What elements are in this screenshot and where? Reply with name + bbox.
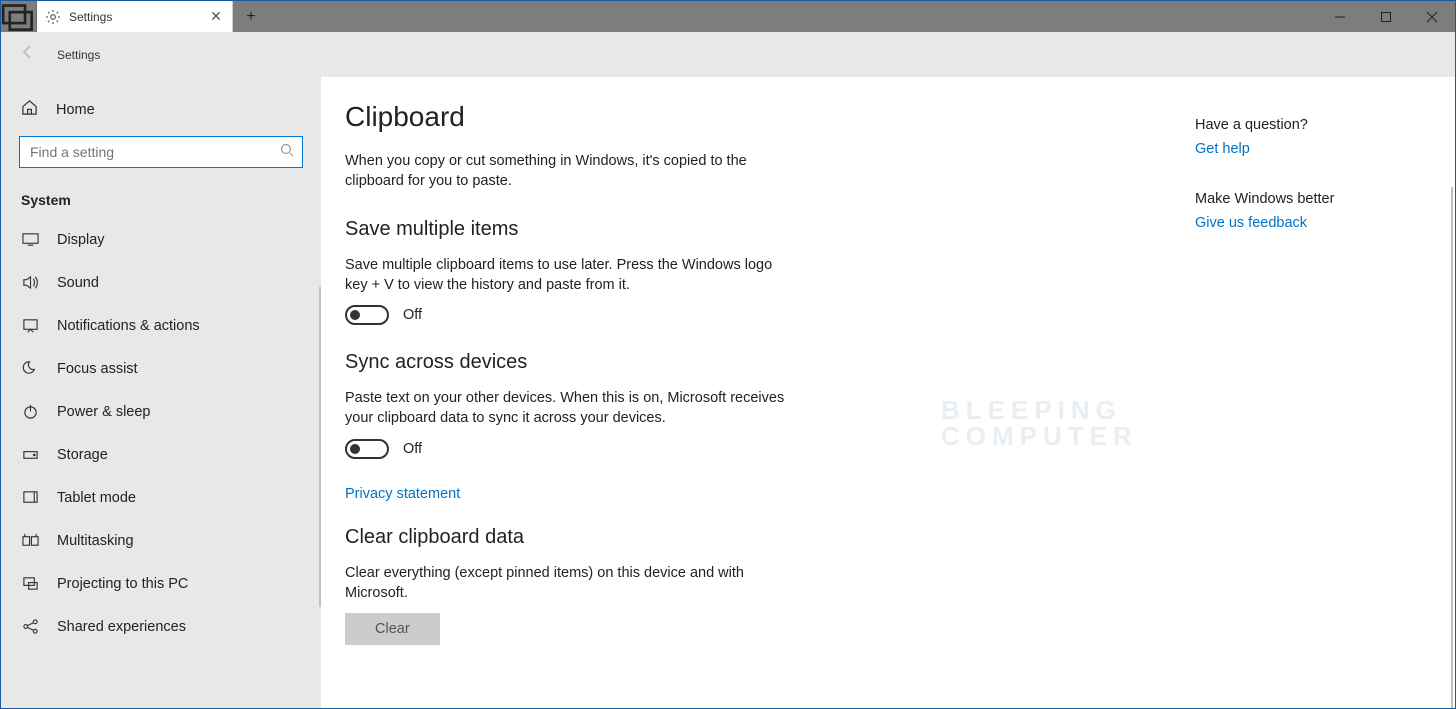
moon-icon [21,360,39,377]
shared-icon [21,618,39,635]
clear-button[interactable]: Clear [345,613,440,645]
sidebar-item-tablet-mode[interactable]: Tablet mode [1,476,321,519]
sidebar-item-notifications[interactable]: Notifications & actions [1,304,321,347]
gear-icon [45,9,61,25]
notifications-icon [21,317,39,334]
nav-label: Multitasking [57,533,134,549]
toggle-save-multiple-label: Off [403,307,422,323]
sidebar-item-sound[interactable]: Sound [1,261,321,304]
section-save-multiple-desc: Save multiple clipboard items to use lat… [345,255,795,296]
main-scrollbar[interactable] [1451,187,1453,708]
get-help-link[interactable]: Get help [1195,141,1415,157]
projecting-icon [21,575,39,592]
sound-icon [21,274,39,291]
multitasking-icon [21,532,39,549]
toggle-save-multiple[interactable] [345,305,389,325]
search-icon [280,143,295,163]
storage-icon [21,446,39,463]
tab-title: Settings [69,10,200,24]
nav-label: Projecting to this PC [57,576,188,592]
task-view-icon[interactable] [1,1,37,32]
nav-label: Storage [57,447,108,463]
power-icon [21,403,39,420]
back-button[interactable] [19,43,37,66]
section-clear-desc: Clear everything (except pinned items) o… [345,563,795,604]
sidebar: Home System Display Sound Notifications … [1,77,321,708]
header-title: Settings [57,48,100,62]
sidebar-item-focus-assist[interactable]: Focus assist [1,347,321,390]
nav-label: Notifications & actions [57,318,200,334]
sidebar-item-shared-experiences[interactable]: Shared experiences [1,605,321,648]
watermark: BLEEPING COMPUTER [941,397,1138,449]
toggle-sync-label: Off [403,441,422,457]
tab-settings[interactable]: Settings ✕ [37,1,233,32]
privacy-statement-link[interactable]: Privacy statement [345,486,460,502]
sidebar-item-display[interactable]: Display [1,218,321,261]
nav-label: Shared experiences [57,619,186,635]
home-label: Home [56,102,95,118]
aside-feedback-heading: Make Windows better [1195,191,1415,207]
section-sync-heading: Sync across devices [345,351,945,374]
category-heading: System [1,178,321,218]
display-icon [21,231,39,248]
give-feedback-link[interactable]: Give us feedback [1195,215,1415,231]
tablet-icon [21,489,39,506]
sidebar-item-projecting[interactable]: Projecting to this PC [1,562,321,605]
section-save-multiple-heading: Save multiple items [345,218,945,241]
app-header: Settings [1,32,1455,77]
home-icon [21,99,38,120]
titlebar: Settings ✕ + [1,1,1455,32]
toggle-sync[interactable] [345,439,389,459]
search-input[interactable] [19,136,303,168]
new-tab-button[interactable]: + [233,1,269,32]
nav-label: Display [57,232,105,248]
maximize-button[interactable] [1363,1,1409,32]
nav-label: Tablet mode [57,490,136,506]
page-intro: When you copy or cut something in Window… [345,151,775,192]
sidebar-item-storage[interactable]: Storage [1,433,321,476]
aside: Have a question? Get help Make Windows b… [1195,117,1415,265]
close-button[interactable] [1409,1,1455,32]
section-sync-desc: Paste text on your other devices. When t… [345,388,795,429]
section-clear-heading: Clear clipboard data [345,526,945,549]
aside-question-heading: Have a question? [1195,117,1415,133]
page-title: Clipboard [345,101,945,133]
nav-label: Focus assist [57,361,138,377]
minimize-button[interactable] [1317,1,1363,32]
nav-label: Sound [57,275,99,291]
sidebar-item-multitasking[interactable]: Multitasking [1,519,321,562]
nav-label: Power & sleep [57,404,151,420]
home-nav[interactable]: Home [1,89,321,130]
tab-close-button[interactable]: ✕ [208,9,224,25]
sidebar-item-power-sleep[interactable]: Power & sleep [1,390,321,433]
main-content: Clipboard When you copy or cut something… [321,77,1455,708]
